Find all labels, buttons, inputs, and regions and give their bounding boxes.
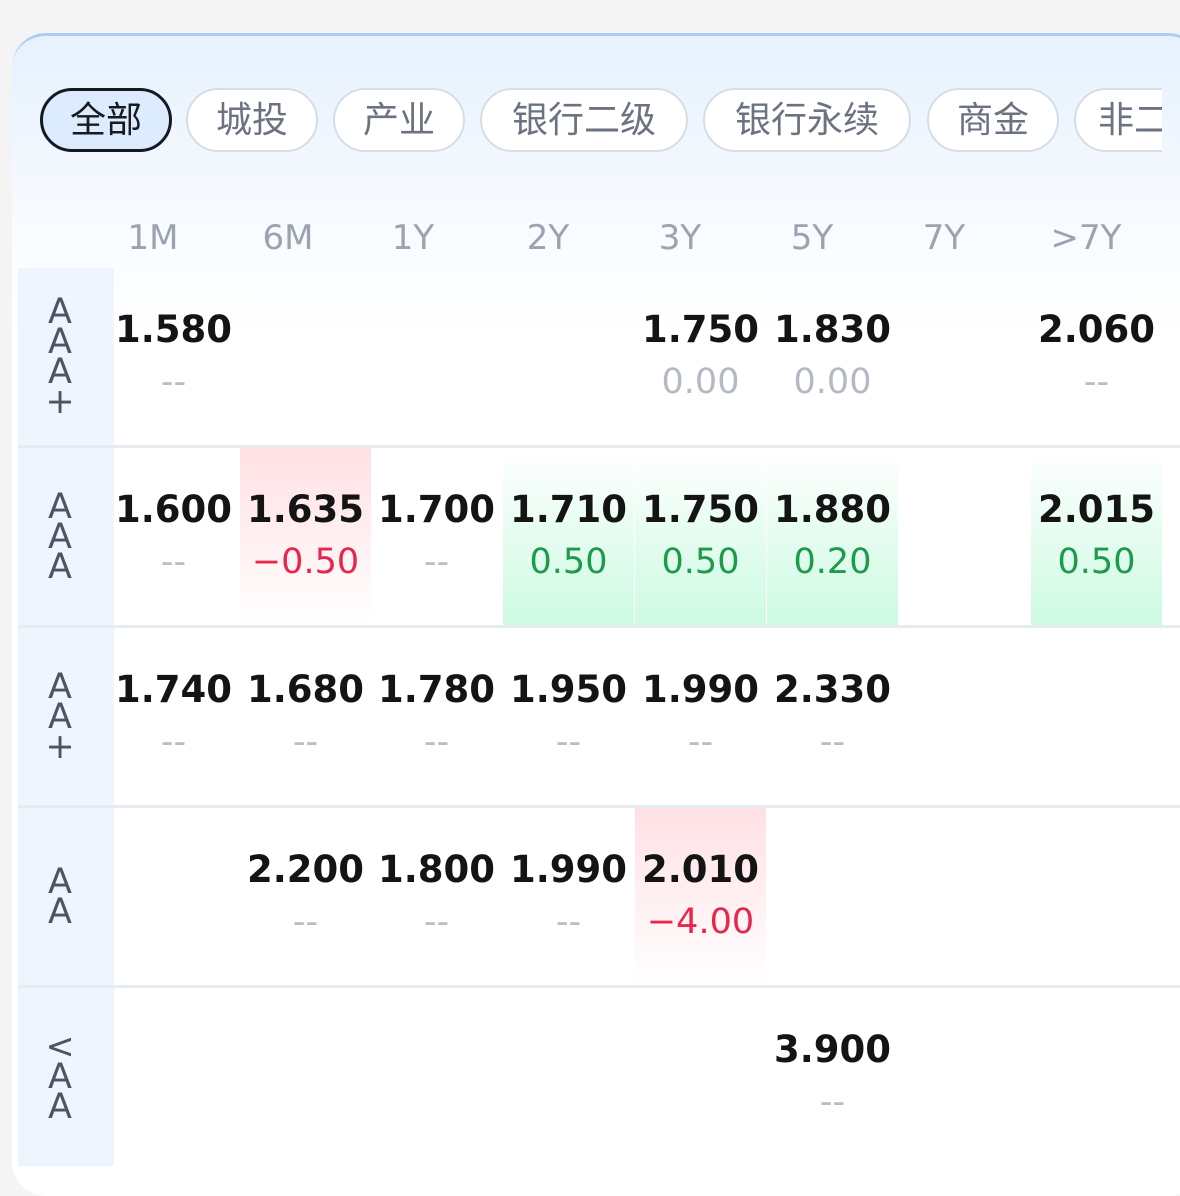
rate-value: 1.700 [377, 488, 496, 531]
rating-label: A A + [18, 628, 114, 806]
row-divider [18, 985, 1180, 988]
rating-label: < A A [18, 988, 114, 1166]
rate-value: 1.635 [246, 488, 365, 531]
rate-change: -- [555, 722, 582, 762]
rate-change: 0.00 [661, 362, 740, 402]
rate-cell[interactable]: 1.710 0.50 [503, 448, 634, 626]
rate-value: 1.680 [246, 668, 365, 711]
rate-change: -- [423, 902, 450, 942]
rate-change: -- [160, 722, 187, 762]
rate-change: 0.50 [1057, 542, 1136, 582]
rate-cell[interactable]: 1.880 0.20 [767, 448, 898, 626]
rate-cell[interactable]: 1.990 -- [635, 628, 766, 806]
rating-label-char: A [48, 547, 72, 587]
rate-change: 0.20 [793, 542, 872, 582]
tab-1[interactable]: 城投 [186, 88, 318, 152]
rate-cell[interactable]: 1.580 -- [108, 268, 239, 446]
rate-value: 1.990 [641, 668, 760, 711]
tab-3[interactable]: 银行二级 [480, 88, 688, 152]
rating-label-char: + [45, 727, 75, 767]
rate-change: -- [819, 722, 846, 762]
tab-5[interactable]: 商金 [927, 88, 1059, 152]
rate-value: 2.330 [773, 668, 892, 711]
rate-cell[interactable]: 2.330 -- [767, 628, 898, 806]
rate-cell[interactable]: 2.200 -- [240, 808, 371, 986]
rate-value: 1.950 [509, 668, 628, 711]
rate-value: 2.060 [1037, 308, 1156, 351]
rate-value: 1.780 [377, 668, 496, 711]
rate-value: 1.600 [114, 488, 233, 531]
tab-4[interactable]: 银行永续 [703, 88, 911, 152]
rate-cell[interactable]: 1.600 -- [108, 448, 239, 626]
rate-value: 1.740 [114, 668, 233, 711]
rate-change: -- [819, 1082, 846, 1122]
rate-cell[interactable]: 1.700 -- [371, 448, 502, 626]
rate-value: 1.990 [509, 848, 628, 891]
rate-change: 0.50 [661, 542, 740, 582]
rate-value: 1.750 [641, 488, 760, 531]
rate-change: -- [292, 902, 319, 942]
rating-label-char: + [45, 382, 75, 422]
tenor-header-2[interactable]: 1Y [353, 216, 473, 260]
rate-cell[interactable]: 1.990 -- [503, 808, 634, 986]
tenor-header-5[interactable]: 5Y [752, 216, 872, 260]
tenor-header-0[interactable]: 1M [93, 216, 213, 260]
tenor-header-4[interactable]: 3Y [620, 216, 740, 260]
tenor-header-3[interactable]: 2Y [488, 216, 608, 260]
rate-cell[interactable]: 1.750 0.50 [635, 448, 766, 626]
tenor-header-1[interactable]: 6M [228, 216, 348, 260]
rate-value: 2.010 [641, 848, 760, 891]
rate-change: -- [687, 722, 714, 762]
rate-change: -- [423, 722, 450, 762]
rating-label-char: A [48, 892, 72, 932]
rate-cell[interactable]: 1.635 −0.50 [240, 448, 371, 626]
tenor-header-7[interactable]: >7Y [1026, 216, 1146, 260]
rate-cell[interactable]: 1.800 -- [371, 808, 502, 986]
rate-change: -- [160, 542, 187, 582]
rate-cell[interactable]: 1.680 -- [240, 628, 371, 806]
rate-change: −0.50 [251, 542, 360, 582]
rate-change: −4.00 [646, 902, 755, 942]
rate-change: 0.50 [529, 542, 608, 582]
rate-value: 3.900 [773, 1028, 892, 1071]
tab-0[interactable]: 全部 [40, 88, 172, 152]
rate-value: 2.200 [246, 848, 365, 891]
rate-cell[interactable]: 1.830 0.00 [767, 268, 898, 446]
category-tab-bar[interactable]: 全部城投产业银行二级银行永续商金非二 [40, 86, 1162, 158]
rating-label-char: A [48, 1087, 72, 1127]
rate-cell[interactable]: 1.950 -- [503, 628, 634, 806]
rate-value: 1.750 [641, 308, 760, 351]
rate-change: 0.00 [793, 362, 872, 402]
rate-cell[interactable]: 2.015 0.50 [1031, 448, 1162, 626]
rate-cell[interactable]: 1.740 -- [108, 628, 239, 806]
rating-label: AAA [18, 448, 114, 626]
rate-change: -- [160, 362, 187, 402]
rate-cell[interactable]: 3.900 -- [767, 988, 898, 1166]
tab-6[interactable]: 非二 [1074, 88, 1162, 152]
rate-change: -- [423, 542, 450, 582]
rating-label: A A A + [18, 268, 114, 446]
rate-value: 1.800 [377, 848, 496, 891]
rate-value: 1.580 [114, 308, 233, 351]
tab-2[interactable]: 产业 [333, 88, 465, 152]
rate-cell[interactable]: 1.750 0.00 [635, 268, 766, 446]
rate-change: -- [555, 902, 582, 942]
rate-matrix-card: 全部城投产业银行二级银行永续商金非二 1M6M1Y2Y3Y5Y7Y>7Y AAA… [12, 33, 1180, 1196]
rate-value: 1.830 [773, 308, 892, 351]
rate-cell[interactable]: 2.060 -- [1031, 268, 1162, 446]
rate-cell[interactable]: 1.780 -- [371, 628, 502, 806]
rate-value: 1.710 [509, 488, 628, 531]
rate-change: -- [1083, 362, 1110, 402]
rate-cell[interactable]: 2.010 −4.00 [635, 808, 766, 986]
rate-value: 2.015 [1037, 488, 1156, 531]
tenor-header-6[interactable]: 7Y [884, 216, 1004, 260]
rating-label: AA [18, 808, 114, 986]
rate-value: 1.880 [773, 488, 892, 531]
rate-change: -- [292, 722, 319, 762]
